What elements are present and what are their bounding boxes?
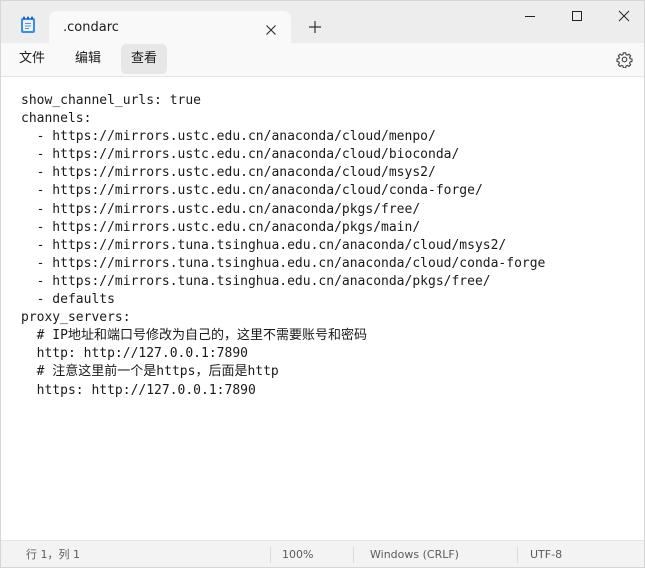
editor-line: # IP地址和端口号修改为自己的，这里不需要账号和密码: [21, 328, 367, 344]
line-ending[interactable]: Windows (CRLF): [370, 541, 459, 567]
status-divider: [353, 547, 354, 563]
status-divider: [270, 547, 271, 563]
editor-line: http: http://127.0.0.1:7890: [21, 346, 248, 362]
gear-icon[interactable]: [616, 51, 633, 69]
text-editor[interactable]: show_channel_urls: true channels: - https…: [1, 76, 644, 541]
status-divider: [517, 547, 518, 563]
menu-bar: 文件 编辑 查看: [1, 43, 644, 76]
editor-line: - https://mirrors.ustc.edu.cn/anaconda/c…: [21, 183, 483, 199]
menu-view[interactable]: 查看: [121, 44, 168, 74]
title-bar: .condarc: [1, 1, 644, 43]
maximize-button[interactable]: [554, 1, 600, 33]
minimize-button[interactable]: [507, 1, 553, 33]
menu-file[interactable]: 文件: [9, 44, 55, 74]
tab-title: .condarc: [63, 20, 119, 35]
editor-line: - https://mirrors.ustc.edu.cn/anaconda/c…: [21, 129, 436, 145]
tab-condarc[interactable]: .condarc: [49, 11, 291, 43]
maximize-icon: [572, 11, 582, 21]
minimize-icon: [525, 16, 535, 17]
cursor-position: 行 1，列 1: [26, 548, 80, 561]
close-icon[interactable]: [265, 21, 277, 35]
encoding[interactable]: UTF-8: [530, 541, 562, 567]
editor-line: # 注意这里前一个是https，后面是http: [21, 364, 279, 380]
editor-line: show_channel_urls: true: [21, 93, 202, 108]
window-close-button[interactable]: [601, 1, 644, 33]
editor-line: - defaults: [21, 292, 115, 308]
editor-line: - https://mirrors.ustc.edu.cn/anaconda/p…: [21, 219, 421, 235]
editor-line: proxy_servers:: [21, 310, 131, 326]
editor-line: - https://mirrors.ustc.edu.cn/anaconda/c…: [21, 147, 460, 163]
editor-line: https: http://127.0.0.1:7890: [21, 382, 256, 398]
menu-edit[interactable]: 编辑: [65, 44, 111, 74]
editor-content[interactable]: show_channel_urls: true channels: - https…: [21, 92, 545, 400]
zoom-level[interactable]: 100%: [282, 541, 313, 567]
notepad-icon: [20, 16, 36, 34]
editor-line: - https://mirrors.ustc.edu.cn/anaconda/p…: [21, 201, 421, 217]
editor-line: - https://mirrors.ustc.edu.cn/anaconda/c…: [21, 165, 436, 181]
close-icon: [618, 10, 630, 22]
editor-line: - https://mirrors.tuna.tsinghua.edu.cn/a…: [21, 273, 491, 289]
status-bar: 行 1，列 1 100% Windows (CRLF) UTF-8: [1, 540, 644, 567]
notepad-window: .condarc 文件 编辑 查看 show_channel_urls: tru…: [0, 0, 645, 568]
editor-line: - https://mirrors.tuna.tsinghua.edu.cn/a…: [21, 255, 546, 271]
editor-line: channels:: [21, 111, 92, 127]
plus-icon[interactable]: [307, 19, 323, 35]
editor-line: - https://mirrors.tuna.tsinghua.edu.cn/a…: [21, 237, 507, 253]
